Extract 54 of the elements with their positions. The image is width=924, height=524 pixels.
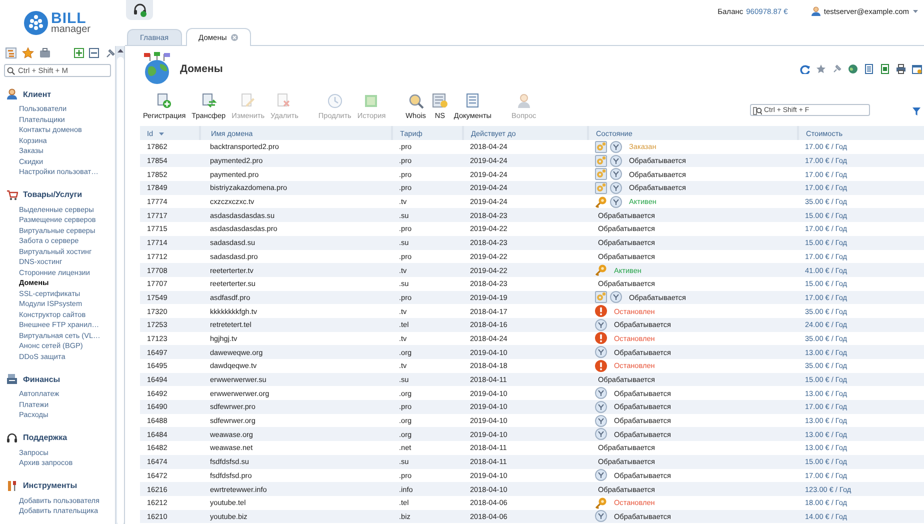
- gear-icon: [595, 182, 607, 194]
- logo-text: BILL: [51, 11, 86, 26]
- pin-icon[interactable]: [104, 48, 115, 58]
- edit-icon: [240, 93, 256, 109]
- star-icon[interactable]: [816, 64, 826, 74]
- logo-icon: [24, 11, 48, 35]
- documents-icon: [464, 93, 481, 109]
- pin-icon[interactable]: [832, 64, 842, 74]
- add-icon: [156, 93, 172, 109]
- scrollbar[interactable]: [115, 46, 125, 524]
- page-title: Домены: [180, 63, 223, 75]
- cash-register-icon: [6, 373, 18, 385]
- section-title[interactable]: Инструменты: [23, 481, 78, 490]
- headset-icon: [132, 3, 146, 17]
- transfer-icon: [200, 93, 217, 109]
- alert-icon: [595, 360, 607, 372]
- user-icon: [6, 88, 18, 100]
- person-icon: [516, 93, 532, 109]
- expand-icon[interactable]: [74, 48, 84, 58]
- section-title[interactable]: Поддержка: [23, 433, 68, 442]
- section-title[interactable]: Клиент: [23, 90, 52, 98]
- filter-icon[interactable]: [912, 107, 921, 116]
- key-icon: [595, 264, 607, 276]
- gear-icon: [595, 154, 607, 167]
- headset-icon: [6, 432, 18, 444]
- delete-icon: [276, 93, 292, 109]
- alert-icon: [595, 332, 607, 344]
- section-title[interactable]: Финансы: [23, 374, 60, 384]
- document-icon[interactable]: [864, 64, 874, 74]
- gear-icon: [595, 168, 607, 180]
- section-title[interactable]: Товары/Услуги: [23, 190, 82, 199]
- magnifier-icon: [408, 93, 424, 109]
- tree-icon[interactable]: [5, 47, 17, 59]
- cart-icon: [6, 188, 18, 200]
- gear-icon: [595, 140, 607, 153]
- tools-icon: [6, 480, 18, 492]
- scroll-up-icon: [116, 48, 124, 53]
- star-icon[interactable]: [22, 47, 34, 59]
- server-list-icon: [432, 93, 448, 109]
- logo-subtitle: manager: [51, 25, 90, 35]
- key-icon: [595, 196, 607, 208]
- gear-icon: [595, 291, 607, 304]
- key-icon: [595, 496, 607, 509]
- alert-icon: [595, 305, 607, 318]
- collapse-icon[interactable]: [89, 48, 99, 58]
- spreadsheet-icon[interactable]: [880, 64, 890, 74]
- calendar-icon[interactable]: [912, 64, 922, 74]
- briefcase-icon[interactable]: [39, 47, 51, 59]
- refresh-icon[interactable]: [800, 64, 810, 74]
- support-button[interactable]: [126, 0, 153, 20]
- print-icon[interactable]: [896, 64, 906, 74]
- caret-icon[interactable]: [912, 8, 919, 14]
- sort-icon: [159, 132, 164, 136]
- user-icon: [810, 6, 821, 16]
